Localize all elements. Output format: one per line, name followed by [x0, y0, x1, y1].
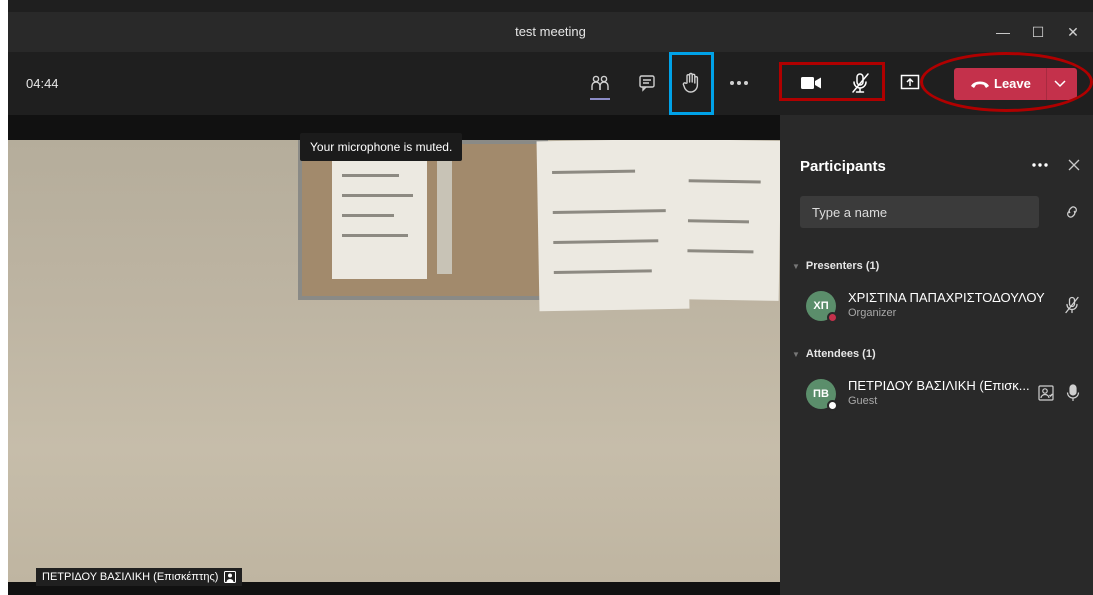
- collapse-caret-icon: ▼: [792, 349, 800, 359]
- close-button[interactable]: ✕: [1063, 22, 1083, 42]
- presenters-label: Presenters (1): [805, 260, 880, 272]
- participant-name: ΠΕΤΡΙΔΟΥ ΒΑΣΙΛΙΚΗ (Επισκ...: [848, 378, 1030, 393]
- camera-icon: [801, 77, 821, 89]
- microphone-muted-icon: [1065, 296, 1079, 314]
- participant-role: Guest: [848, 395, 878, 407]
- attendees-label: Attendees (1): [805, 348, 876, 360]
- paper-sheet: [676, 140, 780, 301]
- guest-badge-icon: [1038, 385, 1054, 401]
- maximize-button[interactable]: ☐: [1028, 22, 1048, 42]
- participant-video: [8, 140, 780, 582]
- show-participants-button[interactable]: [583, 66, 617, 100]
- paper-sheet: [536, 140, 690, 312]
- camera-toggle-button[interactable]: [794, 66, 828, 100]
- corkboard: [298, 140, 548, 300]
- more-actions-icon: [730, 81, 748, 85]
- raise-hand-highlight: [669, 52, 714, 115]
- participant-row[interactable]: ΧΠ ΧΡΙΣΤΙΝΑ ΠΑΠΑΧΡΙΣΤΟΔΟΥΛΟΥ Organizer: [806, 287, 1086, 327]
- minimize-button[interactable]: —: [993, 22, 1013, 42]
- participant-name: ΧΡΙΣΤΙΝΑ ΠΑΠΑΧΡΙΣΤΟΔΟΥΛΟΥ: [848, 290, 1045, 305]
- video-name-tag: ΠΕΤΡΙΔΟΥ ΒΑΣΙΛΙΚΗ (Επισκέπτης): [36, 568, 243, 586]
- participant-search-input[interactable]: [800, 196, 1039, 228]
- meeting-toolbar: 04:44 Leave: [8, 52, 1093, 115]
- share-screen-icon: [900, 74, 920, 90]
- collapse-caret-icon: ▼: [792, 261, 800, 271]
- participant-role: Organizer: [848, 307, 897, 319]
- participants-panel: Participants ▼ Presenters (1) ΧΠ ΧΡΙΣΤΙΝ…: [780, 115, 1093, 595]
- title-bar: test meeting — ☐ ✕: [8, 12, 1093, 52]
- paper-edge: [437, 154, 452, 274]
- teams-meeting-window: test meeting — ☐ ✕ 04:44 Leave Your micr…: [8, 0, 1093, 595]
- more-options-icon[interactable]: [1032, 162, 1048, 168]
- leave-highlight: [920, 52, 1093, 112]
- panel-title: Participants: [800, 158, 886, 175]
- more-actions-button[interactable]: [722, 66, 756, 100]
- presenters-section-header[interactable]: ▼ Presenters (1): [792, 260, 879, 272]
- meeting-timer: 04:44: [26, 76, 59, 91]
- guest-badge-icon: [224, 571, 237, 583]
- window-title: test meeting: [515, 24, 586, 39]
- mic-toggle-button[interactable]: [843, 66, 877, 100]
- chat-icon: [639, 75, 655, 92]
- microphone-icon: [1066, 384, 1080, 401]
- close-icon[interactable]: [1068, 159, 1080, 171]
- video-name-label: ΠΕΤΡΙΔΟΥ ΒΑΣΙΛΙΚΗ (Επισκέπτης): [42, 571, 219, 583]
- presence-unknown-dot: [827, 400, 838, 411]
- attendees-section-header[interactable]: ▼ Attendees (1): [792, 348, 876, 360]
- microphone-muted-icon: [852, 73, 869, 93]
- link-icon[interactable]: [1064, 205, 1080, 219]
- participants-icon: [591, 75, 609, 90]
- show-chat-button[interactable]: [630, 66, 664, 100]
- paper-sheet: [332, 144, 427, 279]
- participant-row[interactable]: ΠΒ ΠΕΤΡΙΔΟΥ ΒΑΣΙΛΙΚΗ (Επισκ... Guest: [806, 375, 1086, 415]
- presence-busy-dot: [827, 312, 838, 323]
- mic-muted-toast: Your microphone is muted.: [300, 133, 463, 161]
